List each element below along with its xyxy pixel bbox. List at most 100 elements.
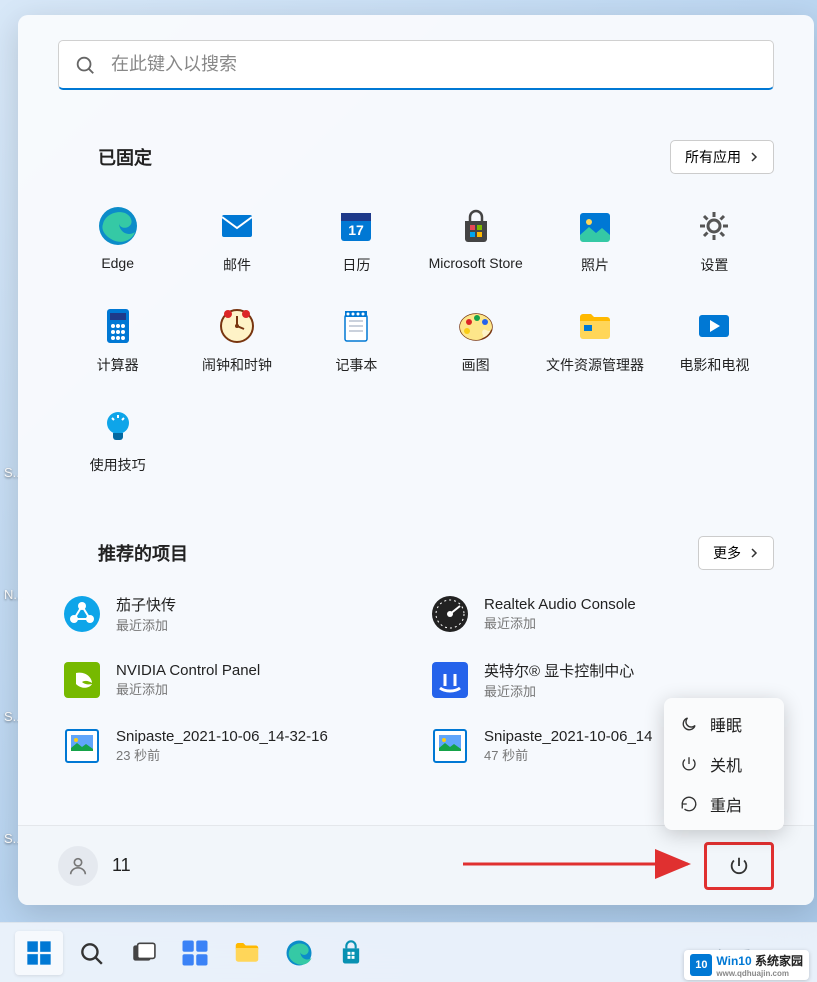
pinned-app-tips[interactable]: 使用技巧	[58, 399, 177, 481]
pinned-app-label: 文件资源管理器	[546, 355, 644, 375]
mail-icon	[216, 205, 258, 247]
pinned-app-paint[interactable]: 画图	[416, 299, 535, 381]
recommended-item[interactable]: Realtek Audio Console最近添加	[426, 590, 774, 638]
edge-icon	[284, 938, 314, 968]
chevron-right-icon	[749, 548, 759, 558]
search-box[interactable]	[58, 40, 774, 90]
nvidia-icon	[62, 660, 102, 700]
recommended-item-name: Realtek Audio Console	[484, 596, 636, 613]
taskbar-edge[interactable]	[275, 931, 323, 975]
intel-icon	[430, 660, 470, 700]
pinned-app-clock[interactable]: 闹钟和时钟	[177, 299, 296, 381]
chevron-right-icon	[749, 152, 759, 162]
power-icon	[728, 855, 750, 877]
image-icon	[430, 726, 470, 766]
recommended-item-name: NVIDIA Control Panel	[116, 662, 260, 679]
pinned-app-label: Edge	[101, 255, 134, 271]
taskbar-search[interactable]	[67, 931, 115, 975]
recommended-item-subtitle: 最近添加	[484, 681, 634, 700]
start-button[interactable]	[15, 931, 63, 975]
shutdown-option[interactable]: 关机	[670, 744, 778, 784]
explorer-icon	[574, 305, 616, 347]
notepad-icon	[335, 305, 377, 347]
calendar-icon: 17	[335, 205, 377, 247]
widgets-icon	[180, 938, 210, 968]
taskbar-explorer[interactable]	[223, 931, 271, 975]
image-icon	[62, 726, 102, 766]
pinned-app-calculator[interactable]: 计算器	[58, 299, 177, 381]
start-menu-footer: 11	[18, 825, 814, 905]
pinned-app-explorer[interactable]: 文件资源管理器	[535, 299, 654, 381]
start-menu: 已固定 所有应用 Edge 邮件 17 日历 Microsoft Store 照片 设置计算…	[18, 15, 814, 905]
pinned-app-label: 日历	[342, 255, 370, 275]
pinned-app-label: 计算器	[97, 355, 139, 375]
recommended-item-subtitle: 最近添加	[116, 679, 260, 698]
pinned-app-label: 照片	[581, 255, 609, 275]
pinned-app-label: 邮件	[223, 255, 251, 275]
more-button[interactable]: 更多	[698, 536, 774, 570]
photos-icon	[574, 205, 616, 247]
shareit-icon	[62, 594, 102, 634]
avatar-icon	[58, 846, 98, 886]
moon-icon	[680, 715, 698, 733]
sleep-option[interactable]: 睡眠	[670, 704, 778, 744]
taskbar-widgets[interactable]	[171, 931, 219, 975]
recommended-item[interactable]: 英特尔® 显卡控制中心最近添加	[426, 656, 774, 704]
user-account-button[interactable]: 11	[58, 846, 131, 886]
power-icon	[680, 755, 698, 773]
pinned-app-label: 设置	[700, 255, 728, 275]
svg-text:17: 17	[349, 222, 365, 238]
recommended-item-subtitle: 47 秒前	[484, 745, 652, 764]
calculator-icon	[97, 305, 139, 347]
pinned-app-photos[interactable]: 照片	[535, 199, 654, 281]
pinned-app-label: 电影和电视	[679, 355, 749, 375]
recommended-item-subtitle: 最近添加	[484, 613, 636, 632]
power-button[interactable]	[704, 842, 774, 890]
restart-option[interactable]: 重启	[670, 784, 778, 824]
taskview-icon	[130, 940, 156, 966]
pinned-app-label: 记事本	[335, 355, 377, 375]
recommended-item-subtitle: 最近添加	[116, 615, 176, 634]
pinned-app-edge[interactable]: Edge	[58, 199, 177, 281]
pinned-app-label: 画图	[462, 355, 490, 375]
store-icon	[337, 939, 365, 967]
pinned-app-mail[interactable]: 邮件	[177, 199, 296, 281]
recommended-item-name: Snipaste_2021-10-06_14-32-16	[116, 728, 328, 745]
power-menu: 睡眠 关机 重启	[664, 698, 784, 830]
pinned-app-calendar[interactable]: 17 日历	[297, 199, 416, 281]
settings-icon	[693, 205, 735, 247]
realtek-icon	[430, 594, 470, 634]
recommended-item-name: 英特尔® 显卡控制中心	[484, 660, 634, 681]
pinned-app-settings[interactable]: 设置	[655, 199, 774, 281]
taskbar-store[interactable]	[327, 931, 375, 975]
folder-icon	[232, 938, 262, 968]
username-label: 11	[112, 855, 131, 876]
site-watermark: 10 Win10 系统家园 www.qdhuajin.com	[684, 950, 809, 980]
all-apps-button[interactable]: 所有应用	[670, 140, 774, 174]
restart-icon	[680, 795, 698, 813]
search-input[interactable]	[111, 54, 758, 75]
windows-icon	[25, 939, 53, 967]
search-icon	[74, 54, 96, 76]
recommended-item-subtitle: 23 秒前	[116, 745, 328, 764]
pinned-app-label: 使用技巧	[90, 455, 146, 475]
recommended-item[interactable]: NVIDIA Control Panel最近添加	[58, 656, 406, 704]
recommended-item[interactable]: 茄子快传最近添加	[58, 590, 406, 638]
pinned-title: 已固定	[58, 144, 152, 170]
paint-icon	[455, 305, 497, 347]
recommended-title: 推荐的项目	[58, 540, 188, 566]
pinned-app-movies[interactable]: 电影和电视	[655, 299, 774, 381]
taskbar-taskview[interactable]	[119, 931, 167, 975]
pinned-app-store[interactable]: Microsoft Store	[416, 199, 535, 281]
pinned-app-label: 闹钟和时钟	[202, 355, 272, 375]
pinned-app-label: Microsoft Store	[429, 255, 523, 271]
recommended-item-name: 茄子快传	[116, 594, 176, 615]
pinned-app-notepad[interactable]: 记事本	[297, 299, 416, 381]
pinned-apps-grid: Edge 邮件 17 日历 Microsoft Store 照片 设置计算器 闹钟和时钟 记事本…	[18, 199, 814, 481]
movies-icon	[693, 305, 735, 347]
edge-icon	[97, 205, 139, 247]
recommended-item[interactable]: Snipaste_2021-10-06_14-32-1623 秒前	[58, 722, 406, 770]
tips-icon	[97, 405, 139, 447]
search-icon	[78, 940, 104, 966]
watermark-logo-icon: 10	[690, 954, 712, 976]
